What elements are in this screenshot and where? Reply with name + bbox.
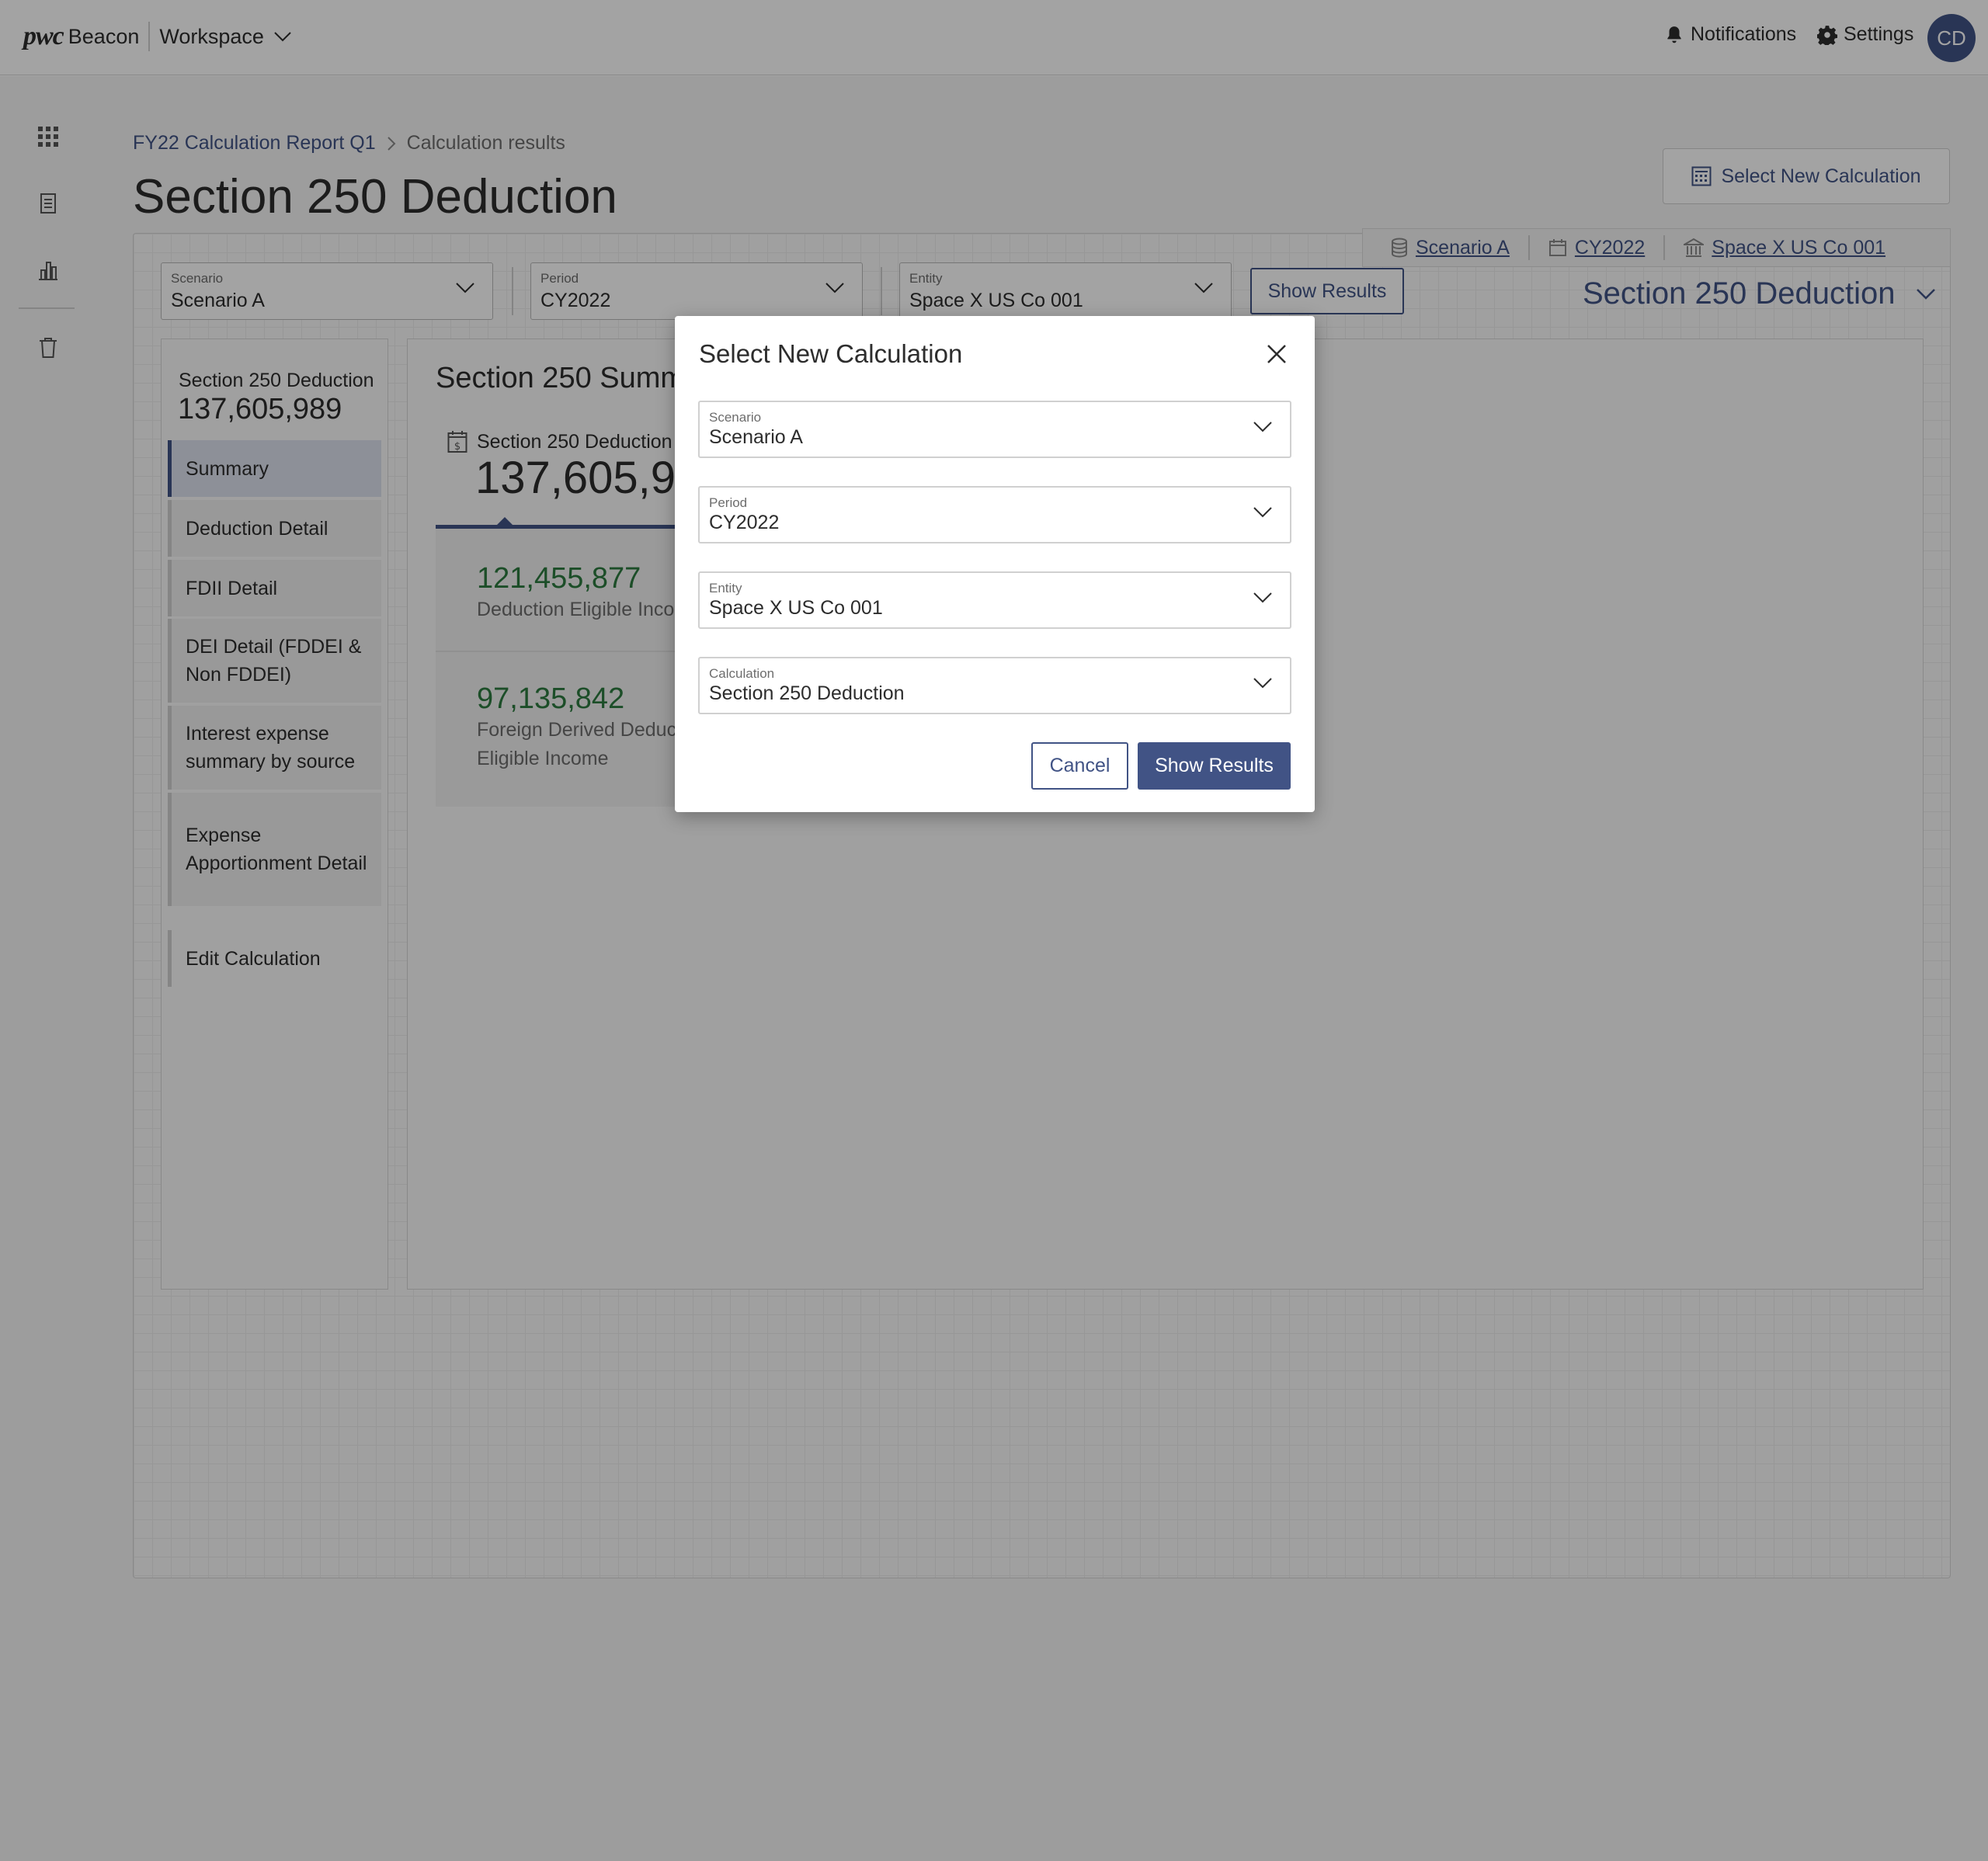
chevron-down-icon (1253, 507, 1272, 518)
modal-backdrop[interactable] (0, 0, 1988, 1861)
modal-period-select[interactable]: Period CY2022 (698, 486, 1291, 543)
modal-entity-select[interactable]: Entity Space X US Co 001 (698, 571, 1291, 629)
modal-scenario-select[interactable]: Scenario Scenario A (698, 401, 1291, 458)
chevron-down-icon (1253, 592, 1272, 603)
modal-entity-value: Space X US Co 001 (709, 597, 883, 619)
modal-scenario-label: Scenario (709, 410, 762, 425)
modal-period-label: Period (709, 495, 748, 510)
modal-entity-label: Entity (709, 581, 742, 595)
modal-calculation-value: Section 250 Deduction (709, 682, 905, 704)
modal-scenario-value: Scenario A (709, 426, 803, 448)
close-icon[interactable] (1263, 340, 1291, 368)
modal-show-results-button[interactable]: Show Results (1138, 742, 1291, 790)
chevron-down-icon (1253, 678, 1272, 689)
modal-calculation-select[interactable]: Calculation Section 250 Deduction (698, 657, 1291, 714)
chevron-down-icon (1253, 422, 1272, 432)
modal-period-value: CY2022 (709, 512, 780, 533)
modal-title: Select New Calculation (699, 339, 963, 368)
modal-calculation-label: Calculation (709, 666, 775, 681)
select-new-calculation-modal (675, 316, 1315, 812)
cancel-button[interactable]: Cancel (1031, 742, 1128, 790)
